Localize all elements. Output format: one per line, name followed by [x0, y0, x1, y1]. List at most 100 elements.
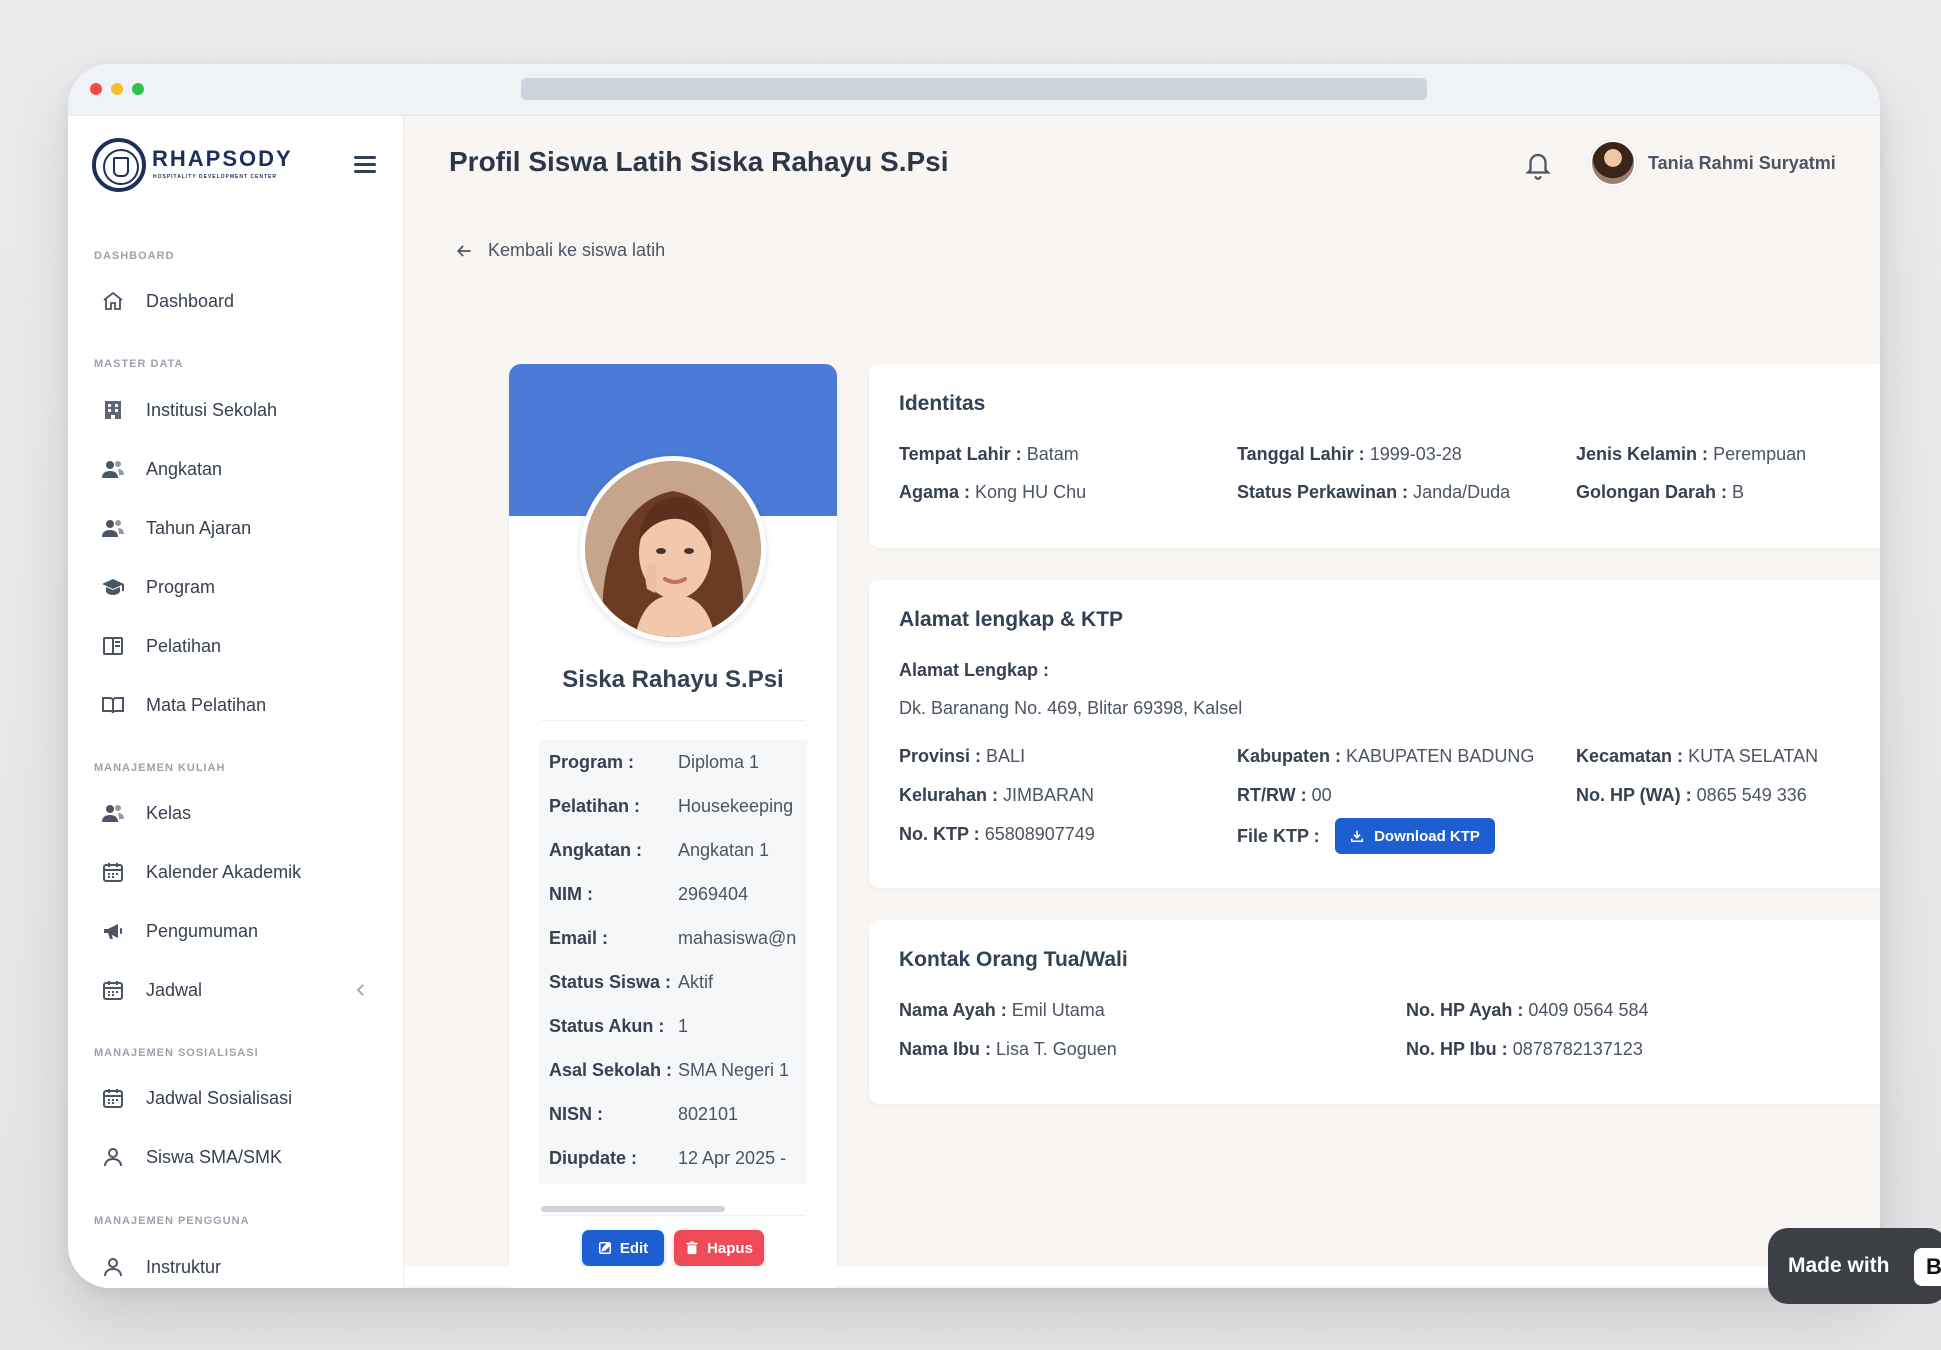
user-avatar[interactable] — [1590, 140, 1636, 186]
brand-logo[interactable]: RHAPSODY HOSPITALITY DEVELOPMENT CENTER — [92, 138, 372, 194]
info-row: Email : mahasiswa@n — [539, 916, 807, 960]
info-key: Diupdate : — [549, 1147, 637, 1168]
sidebar-item-label: Program — [146, 576, 216, 597]
sidebar-item-siswa-sma-smk[interactable]: Siswa SMA/SMK — [92, 1136, 382, 1178]
sidebar-item-tahun-ajaran[interactable]: Tahun Ajaran — [92, 507, 382, 549]
sidebar-item-pengumuman[interactable]: Pengumuman — [92, 910, 382, 952]
field-label: File KTP : — [1237, 826, 1320, 846]
field-value: 00 — [1311, 785, 1332, 805]
delete-button[interactable]: Hapus — [674, 1230, 764, 1266]
card-title: Kontak Orang Tua/Wali — [899, 948, 1128, 971]
identitas-card: Identitas Tempat Lahir : Batam Tanggal L… — [869, 364, 1880, 548]
alamat-card: Alamat lengkap & KTP Alamat Lengkap : Dk… — [869, 580, 1880, 888]
field-value: JIMBARAN — [1003, 785, 1095, 805]
sidebar-item-angkatan[interactable]: Angkatan — [92, 448, 382, 490]
field-label: Provinsi : — [899, 746, 982, 766]
open-book-icon — [92, 684, 134, 726]
delete-button-label: Hapus — [707, 1239, 753, 1257]
sidebar-item-jadwal-sosialisasi[interactable]: Jadwal Sosialisasi — [92, 1077, 382, 1119]
sidebar-item-mata-pelatihan[interactable]: Mata Pelatihan — [92, 684, 382, 726]
browser-window: RHAPSODY HOSPITALITY DEVELOPMENT CENTER … — [68, 64, 1880, 1288]
info-key: Status Akun : — [549, 1015, 665, 1036]
divider — [541, 720, 805, 721]
profile-name: Siska Rahayu S.Psi — [562, 666, 784, 693]
sidebar-item-dashboard[interactable]: Dashboard — [92, 280, 382, 322]
info-row: Program : Diploma 1 — [539, 740, 807, 784]
sidebar-item-kalender-akademik[interactable]: Kalender Akademik — [92, 851, 382, 893]
info-key: Program : — [549, 751, 635, 772]
card-title: Alamat lengkap & KTP — [899, 608, 1124, 631]
field-value: KABUPATEN BADUNG — [1346, 746, 1535, 766]
calendar-icon — [92, 851, 134, 893]
info-key: NISN : — [549, 1103, 603, 1124]
nav-section-manajemen-sosialisasi: MANAJEMEN SOSIALISASI — [94, 1047, 259, 1059]
brand-name: RHAPSODY — [152, 146, 293, 171]
field-value: KUTA SELATAN — [1688, 746, 1819, 766]
info-row: Asal Sekolah : SMA Negeri 1 — [539, 1048, 807, 1092]
page-title: Profil Siswa Latih Siska Rahayu S.Psi — [449, 146, 949, 177]
bell-icon[interactable] — [1523, 148, 1553, 182]
sidebar-item-institusi-sekolah[interactable]: Institusi Sekolah — [92, 389, 382, 431]
graduation-cap-icon — [92, 566, 134, 608]
menu-toggle-icon[interactable] — [354, 156, 376, 174]
info-row: Angkatan : Angkatan 1 — [539, 828, 807, 872]
sidebar-item-program[interactable]: Program — [92, 566, 382, 608]
field-hp-wa: No. HP (WA) : 0865 549 336 — [1576, 785, 1807, 806]
download-ktp-button[interactable]: Download KTP — [1335, 818, 1495, 854]
address-bar[interactable] — [521, 78, 1427, 100]
field-label: Golongan Darah : — [1576, 482, 1728, 502]
field-label: No. HP Ayah : — [1406, 1000, 1524, 1020]
sidebar-item-label: Dashboard — [146, 290, 235, 311]
sidebar-item-label: Pengumuman — [146, 920, 259, 941]
field-agama: Agama : Kong HU Chu — [899, 482, 1086, 503]
user-icon — [92, 1246, 134, 1288]
info-key: Email : — [549, 927, 609, 948]
sidebar-item-pelatihan[interactable]: Pelatihan — [92, 625, 382, 667]
field-golongan-darah: Golongan Darah : B — [1576, 482, 1744, 503]
info-key: Asal Sekolah : — [549, 1059, 673, 1080]
megaphone-icon — [92, 910, 134, 952]
sidebar-item-kelas[interactable]: Kelas — [92, 792, 382, 834]
field-nama-ayah: Nama Ayah : Emil Utama — [899, 1000, 1105, 1021]
info-row: Pelatihan : Housekeeping — [539, 784, 807, 828]
main-content: Profil Siswa Latih Siska Rahayu S.Psi Ta… — [404, 116, 1880, 1288]
sidebar-item-label: Pelatihan — [146, 635, 222, 656]
back-link[interactable]: Kembali ke siswa latih — [454, 240, 665, 261]
info-row: NISN : 802101 — [539, 1092, 807, 1136]
info-value: 12 Apr 2025 - — [678, 1147, 787, 1168]
profile-info-table[interactable]: Program : Diploma 1 Pelatihan : Housekeepi… — [539, 740, 807, 1184]
field-kecamatan: Kecamatan : KUTA SELATAN — [1576, 746, 1818, 767]
minimize-window-dot[interactable] — [111, 83, 123, 95]
nav-section-dashboard: DASHBOARD — [94, 250, 175, 262]
field-label: Tempat Lahir : — [899, 444, 1022, 464]
nav-section-master-data: MASTER DATA — [94, 358, 184, 370]
field-provinsi: Provinsi : BALI — [899, 746, 1025, 767]
info-value: Aktif — [678, 971, 714, 992]
edit-button-label: Edit — [619, 1239, 649, 1257]
field-tempat-lahir: Tempat Lahir : Batam — [899, 444, 1079, 465]
kontak-card: Kontak Orang Tua/Wali Nama Ayah : Emil U… — [869, 920, 1880, 1104]
field-label: Nama Ibu : — [899, 1039, 992, 1059]
field-value: BALI — [986, 746, 1026, 766]
chevron-left-icon[interactable] — [352, 981, 370, 999]
sidebar-item-instruktur[interactable]: Instruktur — [92, 1246, 382, 1288]
maximize-window-dot[interactable] — [132, 83, 144, 95]
info-row: Diupdate : 12 Apr 2025 - — [539, 1136, 807, 1180]
builder-logo-icon: B — [1914, 1248, 1941, 1286]
sidebar-item-jadwal[interactable]: Jadwal — [92, 969, 382, 1011]
users-icon — [92, 792, 134, 834]
nav-section-manajemen-pengguna: MANAJEMEN PENGGUNA — [94, 1215, 250, 1227]
horizontal-scrollbar[interactable] — [541, 1206, 725, 1212]
made-with-badge[interactable]: Made with B — [1768, 1228, 1941, 1304]
user-name[interactable]: Tania Rahmi Suryatmi — [1648, 153, 1836, 174]
sidebar-item-label: Angkatan — [146, 458, 223, 479]
edit-button[interactable]: Edit — [582, 1230, 664, 1266]
users-icon — [92, 507, 134, 549]
info-value: 802101 — [678, 1103, 739, 1124]
home-icon — [92, 280, 134, 322]
close-window-dot[interactable] — [90, 83, 102, 95]
field-tanggal-lahir: Tanggal Lahir : 1999-03-28 — [1237, 444, 1462, 465]
sidebar-item-label: Jadwal — [146, 979, 203, 1000]
field-label: Tanggal Lahir : — [1237, 444, 1365, 464]
field-value: Janda/Duda — [1413, 482, 1511, 502]
